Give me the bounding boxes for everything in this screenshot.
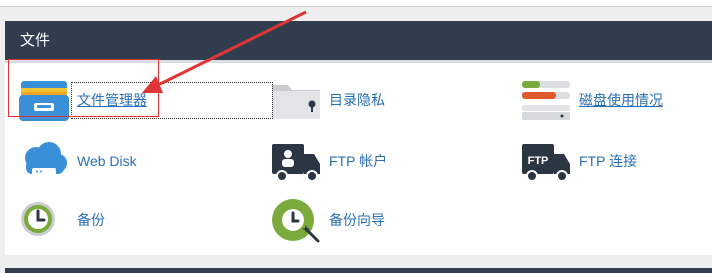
file-manager-link[interactable]: 文件管理器 <box>18 77 168 123</box>
web-disk-label: Web Disk <box>77 153 137 169</box>
directory-privacy-icon <box>270 77 324 128</box>
top-input-field-edge <box>0 0 712 7</box>
next-section-header-edge <box>5 268 712 273</box>
backup-wizard-label: 备份向导 <box>329 212 385 228</box>
header-divider <box>5 60 712 63</box>
ftp-connections-label: FTP 连接 <box>579 153 638 169</box>
disk-usage-link[interactable]: 磁盘使用情况 <box>520 77 680 123</box>
backup-label: 备份 <box>77 212 105 228</box>
directory-privacy-label: 目录隐私 <box>329 92 385 108</box>
ftp-connections-link[interactable]: FTP FTP 连接 <box>520 138 680 184</box>
backup-link[interactable]: 备份 <box>18 197 168 243</box>
backup-wizard-icon <box>270 197 324 248</box>
web-disk-link[interactable]: Web Disk <box>18 138 168 184</box>
ftp-accounts-link[interactable]: FTP 帐户 <box>270 138 420 184</box>
backup-icon <box>18 197 64 248</box>
file-manager-label: 文件管理器 <box>77 92 147 108</box>
ftp-accounts-icon <box>270 138 324 189</box>
files-section-header[interactable]: 文件 <box>5 21 712 60</box>
ftp-accounts-label: FTP 帐户 <box>329 153 388 169</box>
ftp-connections-icon: FTP <box>520 138 574 189</box>
backup-wizard-link[interactable]: 备份向导 <box>270 197 420 243</box>
web-disk-icon <box>18 138 70 189</box>
files-section-title: 文件 <box>20 32 51 49</box>
disk-usage-icon <box>520 77 574 128</box>
directory-privacy-link[interactable]: 目录隐私 <box>270 77 420 123</box>
disk-usage-label: 磁盘使用情况 <box>579 92 663 108</box>
ftp-icon-text: FTP <box>528 155 549 167</box>
file-manager-icon <box>18 77 70 128</box>
